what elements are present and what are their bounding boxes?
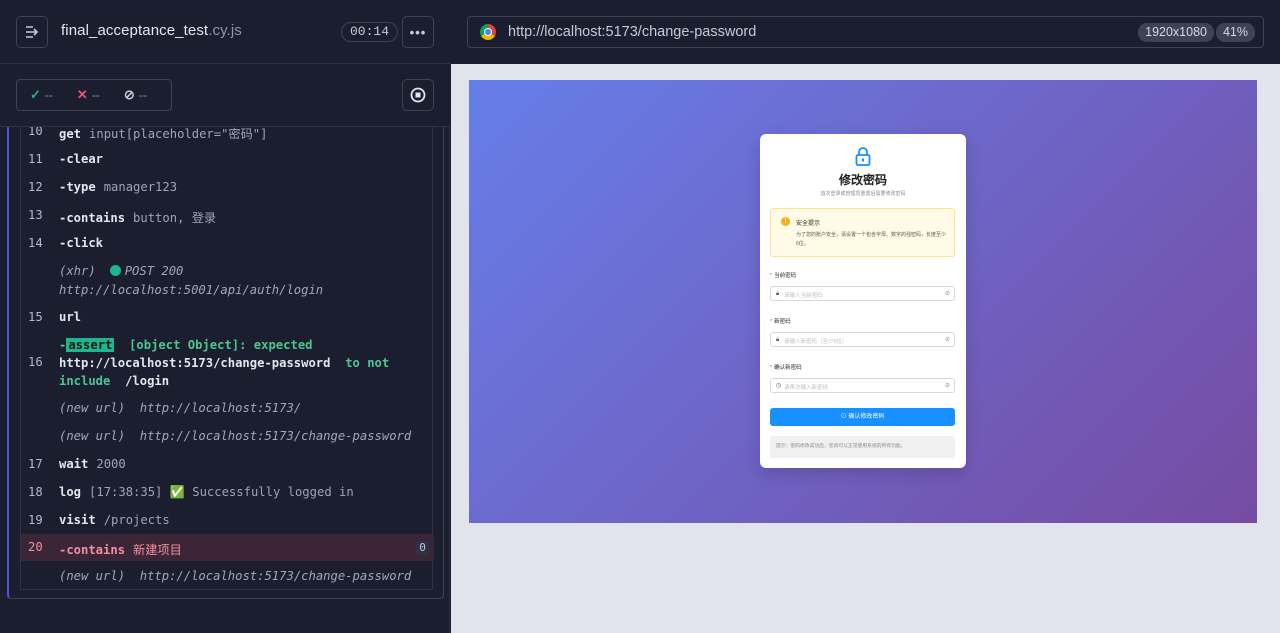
check-circle-icon: ⊙ xyxy=(840,414,847,420)
more-icon: ••• xyxy=(409,24,427,40)
command-log-panel: final_acceptance_test.cy.js 00:14 ••• ✓ … xyxy=(0,0,450,633)
eye-invisible-icon[interactable]: ⊘ xyxy=(945,290,950,298)
test-stats: ✓ -- ✕ -- ⊘ -- xyxy=(16,79,172,111)
confirm-password-label: * 确认新密码 xyxy=(770,365,802,371)
spec-name: final_acceptance_test xyxy=(61,22,209,39)
aut-panel: http://localhost:5173/change-password 19… xyxy=(451,0,1280,633)
confirm-password-input[interactable]: ◷ 请再次输入新密码 ⊘ xyxy=(770,378,955,393)
app-viewport: 修改密码 首次登录或管理员重置后需要修改密码 ! 安全提示 为了您的账户安全，请… xyxy=(469,80,1257,523)
toggle-specs-button[interactable] xyxy=(16,16,48,48)
pending-count: -- xyxy=(138,88,147,102)
safety-check-icon: ◷ xyxy=(776,383,782,389)
security-alert: ! 安全提示 为了您的账户安全，请设置一个包含字母、数字的强密码，长度至少6位。 xyxy=(770,208,955,257)
current-password-input[interactable]: 🔒︎ 请输入当前密码 ⊘ xyxy=(770,286,955,301)
new-password-input[interactable]: 🔒︎ 请输入新密码（至少6位） ⊘ xyxy=(770,332,955,347)
eye-invisible-icon[interactable]: ⊘ xyxy=(945,336,950,344)
current-password-label: * 当前密码 xyxy=(770,273,797,279)
stop-button[interactable] xyxy=(402,79,434,111)
lock-icon xyxy=(855,147,871,166)
duration-timer: 00:14 xyxy=(341,22,399,42)
url-text: http://localhost:5173/change-password xyxy=(508,24,757,40)
viewport-size-badge[interactable]: 1920x1080 xyxy=(1138,23,1214,42)
stats-bar: ✓ -- ✕ -- ⊘ -- xyxy=(0,64,450,127)
failed-count: -- xyxy=(91,88,100,102)
skip-icon: ⊘ xyxy=(123,87,135,102)
browser-header: http://localhost:5173/change-password 19… xyxy=(451,0,1280,64)
collapse-icon xyxy=(26,26,39,38)
xhr-url: http://localhost:5001/api/auth/login xyxy=(59,283,324,297)
lock-icon: 🔒︎ xyxy=(776,291,780,297)
submit-change-password-button[interactable]: ⊙ 确认修改密码 xyxy=(770,408,955,426)
more-options-button[interactable]: ••• xyxy=(402,16,434,48)
alert-title: 安全提示 xyxy=(796,221,821,227)
assert-command[interactable]: - assert [object Object]: expected http:/… xyxy=(59,336,419,390)
new-url-event[interactable]: (new url) http://localhost:5173/change-p… xyxy=(59,569,411,583)
new-password-label: * 新密码 xyxy=(770,319,791,325)
page-subtitle: 首次登录或管理员重置后需要修改密码 xyxy=(820,191,906,197)
passed-stat: ✓ -- xyxy=(30,87,53,103)
test-runnable: 10 get input[placeholder="密码"] 11 -clear … xyxy=(7,127,444,599)
pending-stat: ⊘ -- xyxy=(124,87,147,103)
spec-extension: .cy.js xyxy=(208,22,242,39)
url-bar[interactable]: http://localhost:5173/change-password 19… xyxy=(467,16,1264,48)
element-count-badge: 0 xyxy=(416,541,429,555)
check-icon: ✓ xyxy=(30,87,41,102)
reporter-header: final_acceptance_test.cy.js 00:14 ••• xyxy=(0,0,450,64)
spec-title: final_acceptance_test.cy.js xyxy=(61,22,242,39)
failed-stat: ✕ -- xyxy=(77,87,100,103)
page-title: 修改密码 xyxy=(838,173,887,187)
stop-icon xyxy=(410,87,426,103)
assert-badge: assert xyxy=(66,338,115,352)
lock-icon: 🔒︎ xyxy=(776,337,780,343)
zoom-badge[interactable]: 41% xyxy=(1215,23,1255,42)
status-dot-icon xyxy=(109,265,121,276)
change-password-card: 修改密码 首次登录或管理员重置后需要修改密码 ! 安全提示 为了您的账户安全，请… xyxy=(760,134,966,468)
info-hint: 提示：密码修改成功后，您将可以正常使用系统的所有功能。 xyxy=(770,436,955,458)
new-url-event[interactable]: (new url) http://localhost:5173/ xyxy=(59,401,301,415)
failed-command-row[interactable]: 20 -contains 新建项目 0 xyxy=(21,534,434,561)
new-url-event[interactable]: (new url) http://localhost:5173/change-p… xyxy=(59,429,411,443)
warning-icon: ! xyxy=(781,217,790,226)
x-icon: ✕ xyxy=(76,87,88,102)
passed-count: -- xyxy=(44,88,53,102)
eye-invisible-icon[interactable]: ⊘ xyxy=(945,382,950,390)
chrome-icon xyxy=(480,24,496,40)
xhr-event-row[interactable]: (xhr) POST 200 xyxy=(59,264,183,278)
command-list: 10 get input[placeholder="密码"] 11 -clear … xyxy=(20,127,434,590)
alert-description: 为了您的账户安全，请设置一个包含字母、数字的强密码，长度至少6位。 xyxy=(796,232,947,247)
